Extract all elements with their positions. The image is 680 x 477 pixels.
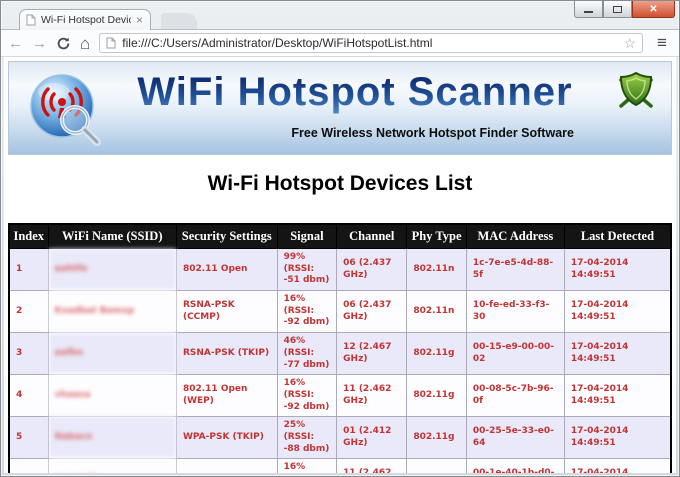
- column-header: Phy Type: [406, 223, 467, 249]
- table-cell: 46% (RSSI: -77 dbm): [276, 332, 338, 376]
- table-row: 2 Kxadbat Bamxp RSNA-PSK (CCMP) 16% (RSSI: …: [8, 290, 672, 334]
- table-cell: 17-04-2014 14:49:51: [563, 416, 672, 460]
- url-bar[interactable]: file:///C:/Users/Administrator/Desktop/W…: [99, 33, 643, 53]
- column-header: Channel: [336, 223, 408, 249]
- page-content: WiFi Hotspot Scanner Free Wireless Netwo…: [4, 57, 676, 473]
- browser-toolbar: ← → ⌂ file:///C:/Users/Administrator/Des…: [1, 29, 679, 57]
- titlebar[interactable]: Wi-Fi Hotspot Devices List × ✕: [1, 1, 679, 30]
- wifi-scanner-logo-icon: [30, 74, 101, 146]
- close-icon: ✕: [649, 3, 658, 15]
- table-cell: 802.11g: [406, 332, 467, 376]
- table-cell: 00-25-5e-33-e0-64: [465, 416, 565, 460]
- window-controls: ✕: [574, 1, 675, 18]
- table-cell: 12 (2.467 GHz): [336, 332, 408, 376]
- ssid-cell: Krislatfho: [47, 458, 177, 473]
- table-cell: 00-15-e9-00-00-02: [465, 332, 565, 376]
- table-row: 6KrislatfhoWPA-PSK (TKIP)16% (RSSI: -92 …: [8, 458, 672, 473]
- app-tagline: Free Wireless Network Hotspot Finder Sof…: [291, 126, 574, 140]
- table-cell: 06 (2.437 GHz): [336, 247, 408, 292]
- table-cell: 00-08-5c-7b-96-0f: [465, 374, 565, 418]
- ssid-cell: aahtfe: [47, 247, 177, 292]
- securityxploded-shield-icon: [619, 71, 653, 108]
- table-cell: 4: [8, 374, 49, 418]
- minimize-icon: [584, 10, 593, 13]
- app-banner: WiFi Hotspot Scanner Free Wireless Netwo…: [8, 61, 672, 155]
- table-cell: 16% (RSSI: -92 dbm): [276, 458, 338, 473]
- table-cell: 802.11g: [406, 458, 467, 473]
- table-cell: 16% (RSSI: -92 dbm): [276, 290, 338, 334]
- table-cell: 802.11 Open (WEP): [175, 374, 278, 418]
- table-row: 3 aafbn RSNA-PSK (TKIP) 46% (RSSI: -77 dbm)…: [8, 332, 672, 376]
- table-cell: RSNA-PSK (TKIP): [175, 332, 278, 376]
- table-cell: 11 (2.462 GHz): [336, 458, 408, 473]
- page-title: Wi-Fi Hotspot Devices List: [207, 172, 473, 195]
- table-cell: WPA-PSK (TKIP): [175, 458, 278, 473]
- maximize-icon: [613, 5, 622, 13]
- table-cell: 16% (RSSI: -92 dbm): [276, 374, 338, 418]
- table-cell: WPA-PSK (TKIP): [175, 416, 278, 460]
- hotspot-table: Index WiFi Name (SSID) Security Settings Si…: [8, 223, 672, 473]
- table-cell: 17-04-2014 14:49:51: [563, 374, 672, 418]
- ssid-cell: Kxadbat Bamxp: [47, 290, 177, 334]
- table-cell: 99% (RSSI: -51 dbm): [276, 247, 338, 292]
- forward-icon[interactable]: →: [32, 36, 47, 51]
- page-icon: [26, 14, 36, 26]
- ssid-cell: vhaasa: [47, 374, 177, 418]
- menu-icon[interactable]: ≡: [652, 33, 672, 53]
- reload-icon[interactable]: [56, 36, 71, 51]
- column-header: Security Settings: [175, 223, 278, 249]
- browser-tab[interactable]: Wi-Fi Hotspot Devices List ×: [19, 9, 151, 30]
- tab-close-icon[interactable]: ×: [136, 14, 143, 26]
- table-cell: 802.11g: [406, 374, 467, 418]
- column-header: MAC Address: [465, 223, 565, 249]
- back-icon[interactable]: ←: [8, 36, 23, 51]
- table-cell: 11 (2.462 GHz): [336, 374, 408, 418]
- table-cell: 17-04-2014 14:49:51: [563, 247, 672, 292]
- table-cell: 2: [8, 290, 49, 334]
- maximize-button[interactable]: [603, 1, 632, 18]
- table-cell: 06 (2.437 GHz): [336, 290, 408, 334]
- table-header-row: Index WiFi Name (SSID) Security Settings Si…: [8, 223, 672, 249]
- table-cell: 1c-7e-e5-4d-88-5f: [465, 247, 565, 292]
- table-cell: 6: [8, 458, 49, 473]
- table-cell: 17-04-2014 14:49:51: [563, 458, 672, 473]
- table-cell: 5: [8, 416, 49, 460]
- url-text[interactable]: file:///C:/Users/Administrator/Desktop/W…: [122, 36, 432, 50]
- table-cell: 17-04-2014 14:49:51: [563, 332, 672, 376]
- url-page-icon: [106, 37, 116, 49]
- column-header: Signal: [276, 223, 338, 249]
- column-header: Last Detected: [563, 223, 672, 249]
- table-cell: 802.11g: [406, 416, 467, 460]
- ssid-cell: Nabacn: [47, 416, 177, 460]
- new-tab-button[interactable]: [161, 13, 197, 29]
- tab-title: Wi-Fi Hotspot Devices List: [41, 14, 131, 26]
- ssid-cell: aafbn: [47, 332, 177, 376]
- table-cell: RSNA-PSK (CCMP): [175, 290, 278, 334]
- table-cell: 802.11n: [406, 247, 467, 292]
- bookmark-star-icon[interactable]: ☆: [623, 35, 636, 52]
- table-cell: 802.11n: [406, 290, 467, 334]
- minimize-button[interactable]: [574, 1, 603, 18]
- table-body: 1 aahtfe 802.11 Open 99% (RSSI: -51 dbm) 06 …: [8, 247, 672, 473]
- table-cell: 01 (2.412 GHz): [336, 416, 408, 460]
- table-cell: 1: [8, 247, 49, 292]
- table-row: 4 vhaasa 802.11 Open (WEP) 16% (RSSI: -92 d…: [8, 374, 672, 418]
- table-cell: 3: [8, 332, 49, 376]
- column-header: WiFi Name (SSID): [47, 223, 177, 249]
- column-header: Index: [8, 223, 49, 249]
- table-cell: 25% (RSSI: -88 dbm): [276, 416, 338, 460]
- app-title: WiFi Hotspot Scanner: [105, 70, 605, 115]
- table-cell: 00-1e-40-1b-d0-f4: [465, 458, 565, 473]
- table-row: 1 aahtfe 802.11 Open 99% (RSSI: -51 dbm) 06 …: [8, 247, 672, 292]
- table-cell: 17-04-2014 14:49:51: [563, 290, 672, 334]
- close-button[interactable]: ✕: [632, 1, 675, 18]
- table-cell: 802.11 Open: [175, 247, 278, 292]
- table-cell: 10-fe-ed-33-f3-30: [465, 290, 565, 334]
- table-row: 5 Nabacn WPA-PSK (TKIP) 25% (RSSI: -88 dbm)…: [8, 416, 672, 460]
- home-icon[interactable]: ⌂: [80, 35, 90, 52]
- browser-window: Wi-Fi Hotspot Devices List × ✕ ← → ⌂ fil…: [0, 0, 680, 477]
